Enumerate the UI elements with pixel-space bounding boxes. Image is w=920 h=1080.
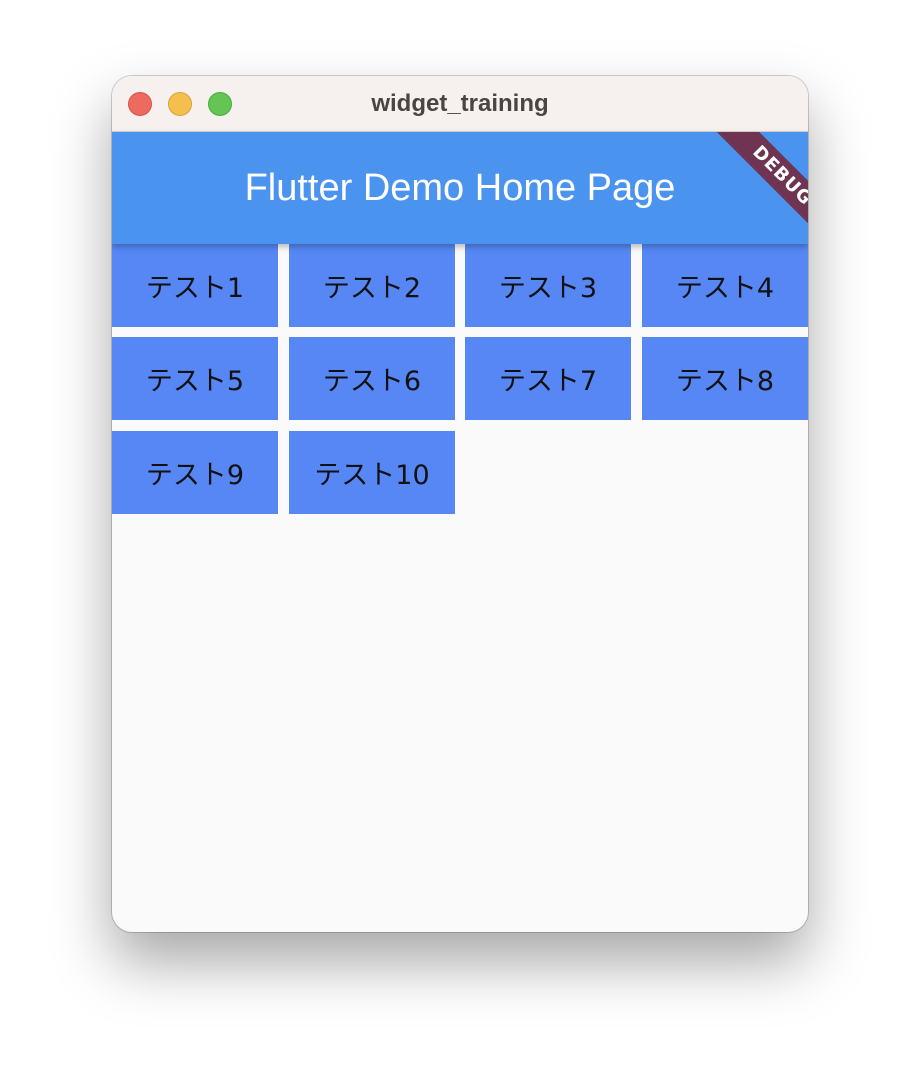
- grid-tile[interactable]: テスト6: [289, 337, 455, 420]
- grid-tile[interactable]: テスト2: [289, 244, 455, 327]
- grid-tile[interactable]: テスト9: [112, 431, 278, 514]
- grid-tile[interactable]: テスト10: [289, 431, 455, 514]
- grid-tile[interactable]: テスト8: [642, 337, 808, 420]
- grid-tile[interactable]: テスト3: [465, 244, 631, 327]
- debug-banner-container: DEBUG: [688, 132, 808, 252]
- grid-tile[interactable]: テスト5: [112, 337, 278, 420]
- grid-tile[interactable]: テスト4: [642, 244, 808, 327]
- title-bar[interactable]: widget_training: [112, 76, 808, 132]
- grid-tile[interactable]: テスト1: [112, 244, 278, 327]
- grid-tile[interactable]: テスト7: [465, 337, 631, 420]
- debug-banner: DEBUG: [707, 132, 808, 251]
- app-window: widget_training Flutter Demo Home Page D…: [112, 76, 808, 932]
- window-title: widget_training: [371, 90, 549, 117]
